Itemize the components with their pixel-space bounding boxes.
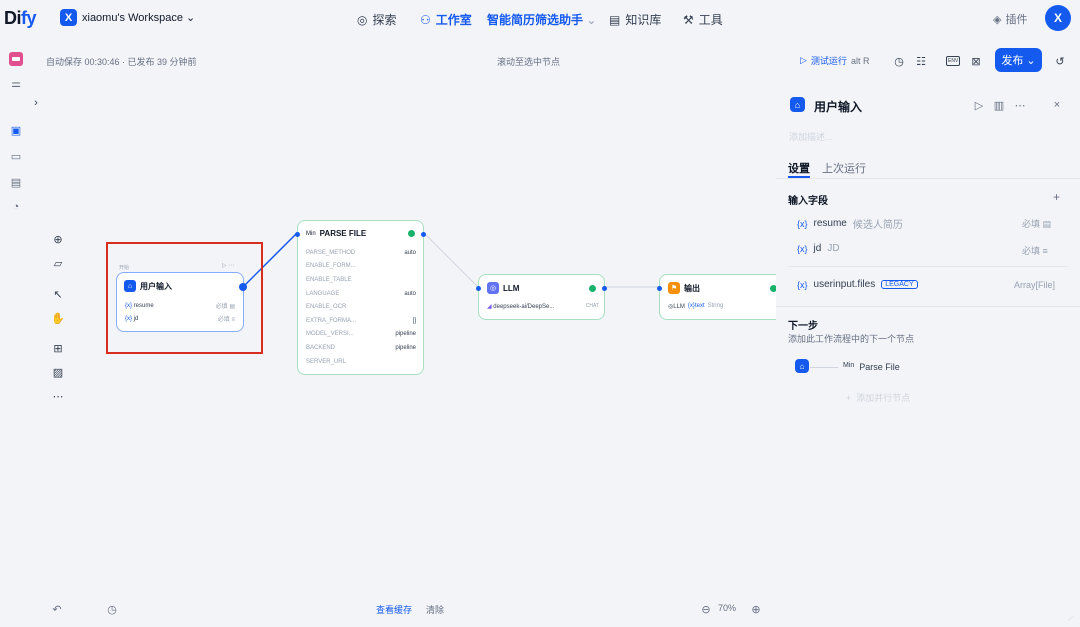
clear-cache-link[interactable]: 清除 (426, 603, 444, 616)
param-row: ENABLE_OCR (306, 304, 347, 311)
tab-last-run[interactable]: 上次运行 (822, 160, 866, 176)
tab-settings[interactable]: 设置 (788, 160, 810, 176)
param-row: LANGUAGE auto (306, 290, 416, 297)
divider (788, 266, 1068, 267)
required-label: 必填 ▤ (1022, 219, 1052, 229)
llm-node[interactable]: ◎ LLM ◢ deepseek-ai/DeepSe... CHAT (476, 274, 607, 320)
variable-row-jd[interactable]: {x} jd JD (797, 243, 840, 254)
next-step-connector (810, 367, 838, 368)
input-handle[interactable] (476, 286, 481, 291)
minerU-logo: Min (843, 362, 855, 369)
history-icon[interactable]: ◷ (106, 603, 118, 616)
start-node-actions[interactable]: ▷ ⋯ (222, 262, 234, 269)
edge-parse-to-llm (423, 232, 479, 288)
paragraph-icon: ▤ (1042, 219, 1052, 229)
variable-icon: {x} (797, 243, 808, 254)
flag-icon: ⚑ (668, 282, 680, 294)
resize-grip-icon[interactable]: ⟋ (1068, 616, 1073, 624)
run-node-icon[interactable]: ▷ (973, 99, 985, 112)
llm-model-row: ◢ deepseek-ai/DeepSe... CHAT (487, 303, 599, 310)
panel-title[interactable]: 用户输入 (814, 98, 862, 115)
more-icon[interactable]: ⋯ (1014, 99, 1026, 112)
home-icon: ⌂ (124, 280, 136, 292)
home-icon: ⌂ (790, 97, 805, 112)
zoom-level[interactable]: 70% (718, 603, 736, 613)
variable-icon: {x} (125, 315, 133, 322)
divider (776, 306, 1080, 307)
output-handle[interactable] (421, 232, 426, 237)
variable-icon: {x} (797, 218, 808, 229)
variable-icon: {x} (687, 303, 695, 309)
next-step-title: 下一步 (788, 321, 818, 332)
param-row: ENABLE_FORM... (306, 263, 356, 270)
llm-node-title: LLM (503, 283, 520, 293)
deepseek-icon: ◢ (487, 304, 492, 310)
help-book-icon[interactable]: ▥ (993, 99, 1005, 112)
legacy-badge: LEGACY (881, 280, 918, 289)
more-icon: ⋯ (228, 263, 235, 269)
variable-icon: {x} (797, 279, 808, 290)
param-row: EXTRA_FORMA...[] (306, 317, 416, 324)
success-check-icon (408, 230, 415, 237)
start-node-title: 用户输入 (140, 281, 172, 291)
next-step-desc: 添加此工作流程中的下一个节点 (788, 334, 915, 344)
close-icon[interactable]: × (1051, 99, 1063, 111)
zoom-in-icon[interactable]: ⊕ (750, 603, 762, 616)
success-check-icon (589, 285, 596, 292)
start-field-row: {x} jd 必填 ≡ (125, 315, 235, 324)
play-icon: ▷ (222, 263, 227, 269)
output-var-row: ◎LLM {x}text String (668, 303, 724, 310)
text-lines-icon: ≡ (1042, 246, 1048, 256)
add-field-icon[interactable]: + (1053, 190, 1060, 204)
start-node[interactable]: ⌂ 用户输入 {x} resume 必填 ▤ {x} jd 必填 ≡ (116, 272, 247, 332)
divider (776, 178, 1080, 179)
output-handle[interactable] (602, 286, 607, 291)
variable-row-resume[interactable]: {x} resume 候选人简历 (797, 216, 903, 231)
variable-icon: {x} (125, 302, 133, 309)
next-node-item[interactable]: Min Parse File (843, 362, 900, 372)
system-variable-row: {x} userinput.files LEGACY (797, 279, 918, 290)
output-node[interactable]: ⚑ 输出 ◎LLM {x}text String (657, 274, 777, 320)
start-field-row: {x} resume 必填 ▤ (125, 302, 235, 311)
undo-icon[interactable]: ↶ (51, 603, 63, 616)
minerU-logo: Min (306, 230, 316, 237)
param-row: PARSE_METHOD auto (306, 249, 416, 256)
param-row: BACKEND pipeline (306, 344, 416, 351)
required-label: 必填 ≡ (1022, 246, 1048, 256)
parse-params: PARSE_METHOD auto ENABLE_FORM... ENABLE_T… (306, 246, 416, 368)
zoom-out-icon[interactable]: ⊖ (700, 603, 712, 616)
add-next-node-handle[interactable] (239, 283, 247, 291)
text-lines-icon: ≡ (231, 317, 235, 323)
view-cache-link[interactable]: 查看缓存 (376, 603, 412, 616)
description-input[interactable]: 添加描述... (789, 130, 833, 143)
parse-node-title: PARSE FILE (319, 229, 367, 238)
param-row: ENABLE_TABLE (306, 276, 352, 283)
output-node-title: 输出 (684, 283, 700, 293)
parse-file-node[interactable]: Min PARSE FILE PARSE_METHOD auto ENABLE_F… (295, 220, 426, 375)
sys-var-type: Array[File] (1014, 280, 1056, 290)
llm-icon: ◎ (487, 282, 499, 294)
home-icon: ⌂ (795, 359, 809, 373)
param-row: SERVER_URL (306, 358, 346, 365)
add-parallel-node-button[interactable]: + 添加并行节点 (846, 391, 910, 404)
paragraph-icon: ▤ (229, 304, 235, 310)
start-node-caption: 开始 (119, 265, 130, 271)
input-handle[interactable] (295, 232, 300, 237)
input-handle[interactable] (657, 286, 662, 291)
input-fields-title: 输入字段 (788, 196, 828, 207)
param-row: MODEL_VERSI... pipeline (306, 331, 416, 338)
